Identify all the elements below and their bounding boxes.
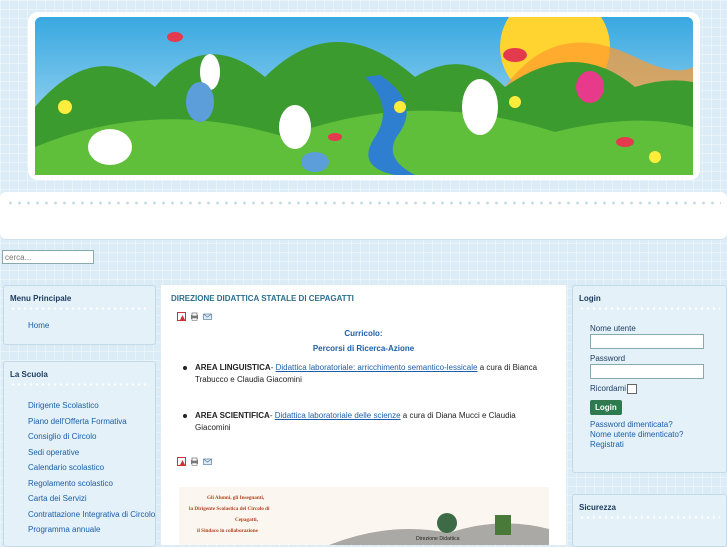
forgot-username-link[interactable]: Nome utente dimenticato?	[590, 430, 704, 440]
menu-item-contrattazione[interactable]: Contrattazione Integrativa di Circolo	[28, 507, 155, 523]
panel-divider	[579, 516, 720, 519]
menu-item-dirigente[interactable]: Dirigente Scolastico	[28, 398, 155, 414]
area-link[interactable]: Didattica laboratoriale delle scienze	[275, 411, 401, 420]
list-item: AREA LINGUISTICA- Didattica laboratorial…	[183, 362, 550, 386]
email-icon[interactable]	[203, 457, 212, 466]
la-scuola-title: La Scuola	[10, 370, 48, 379]
list-item: AREA SCIENTIFICA- Didattica laboratorial…	[183, 410, 550, 434]
poster-line: Cepagatti,	[235, 517, 258, 523]
area-label: AREA SCIENTIFICA	[195, 411, 270, 420]
article-panel: DIREZIONE DIDATTICA STATALE DI CEPAGATTI…	[161, 285, 566, 545]
password-label: Password	[590, 354, 626, 363]
main-menu-panel: Menu Principale Home	[3, 285, 156, 345]
register-link[interactable]: Registrati	[590, 440, 704, 450]
main-menu-title: Menu Principale	[10, 294, 72, 303]
poster-line: Direzione Didattica	[416, 536, 460, 542]
event-poster-image: Gli Alunni, gli Insegnanti, la Dirigente…	[179, 487, 549, 545]
menu-item-home[interactable]: Home	[28, 318, 155, 334]
article-tools	[177, 312, 216, 322]
password-field[interactable]	[590, 364, 704, 379]
remember-row: Ricordami	[590, 384, 704, 394]
menu-item-calendario[interactable]: Calendario scolastico	[28, 460, 155, 476]
email-icon[interactable]	[203, 312, 212, 321]
menu-item-carta-servizi[interactable]: Carta dei Servizi	[28, 491, 155, 507]
remember-label: Ricordami	[590, 384, 627, 394]
username-field[interactable]	[590, 334, 704, 349]
cartoon-landscape-illustration	[35, 17, 693, 175]
menu-item-sedi[interactable]: Sedi operative	[28, 445, 155, 461]
menu-item-consiglio[interactable]: Consiglio di Circolo	[28, 429, 155, 445]
curriculum-heading: Curricolo:	[344, 329, 383, 338]
panel-divider	[10, 383, 149, 386]
header-banner	[28, 12, 700, 180]
panel-divider	[579, 307, 720, 310]
area-label: AREA LINGUISTICA	[195, 363, 271, 372]
login-title: Login	[579, 294, 601, 303]
forgot-password-link[interactable]: Password dimenticata?	[590, 420, 704, 430]
poster-line: Gli Alunni, gli Insegnanti,	[207, 495, 265, 501]
pdf-icon[interactable]	[177, 312, 186, 322]
security-panel: Sicurezza	[572, 494, 727, 547]
decorative-strip	[0, 192, 727, 240]
article-tools	[177, 457, 216, 467]
remember-checkbox[interactable]	[627, 384, 638, 394]
menu-item-regolamento[interactable]: Regolamento scolastico	[28, 476, 155, 492]
article-title: DIREZIONE DIDATTICA STATALE DI CEPAGATTI	[171, 294, 354, 303]
panel-divider	[10, 307, 149, 310]
menu-item-pof[interactable]: Piano dell'Offerta Formativa	[28, 414, 155, 430]
username-label: Nome utente	[590, 324, 636, 333]
research-heading: Percorsi di Ricerca-Azione	[312, 344, 415, 353]
la-scuola-panel: La Scuola Dirigente Scolastico Piano del…	[3, 361, 156, 547]
print-icon[interactable]	[190, 312, 199, 322]
menu-item-programma[interactable]: Programma annuale	[28, 522, 155, 538]
area-link[interactable]: Didattica laboratoriale: arricchimento s…	[276, 363, 478, 372]
print-icon[interactable]	[190, 457, 199, 467]
pdf-icon[interactable]	[177, 457, 186, 467]
poster-line: la Dirigente Scolastica del Circolo di	[189, 506, 270, 512]
search-input[interactable]	[2, 250, 94, 264]
login-button[interactable]: Login	[590, 400, 622, 415]
poster-line: il Sindaco in collaborazione	[197, 528, 258, 534]
security-title: Sicurezza	[579, 503, 616, 512]
login-panel: Login Nome utente Password Ricordami Log…	[572, 285, 727, 473]
